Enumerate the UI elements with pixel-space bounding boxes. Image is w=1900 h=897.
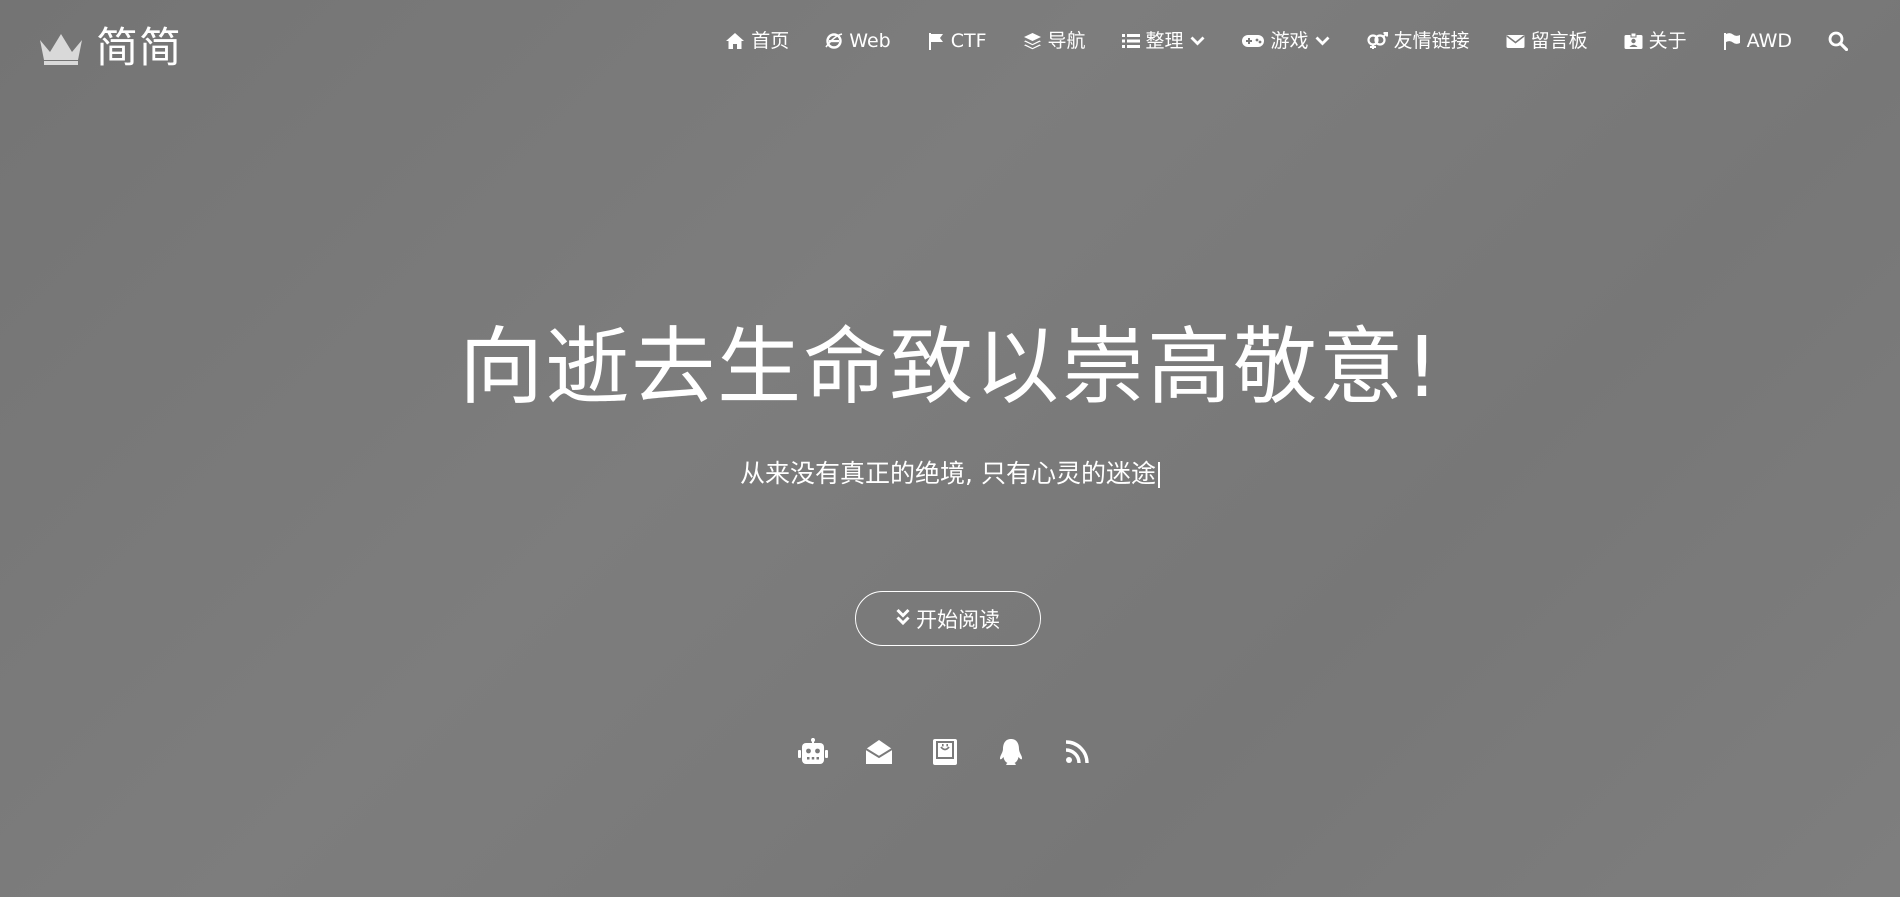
envelope-icon [1506, 34, 1525, 49]
nav-item-friend-links[interactable]: 友情链接 [1366, 26, 1470, 56]
flag-icon [927, 32, 945, 50]
nav-item-games[interactable]: 游戏 [1241, 26, 1330, 56]
nav-item-about[interactable]: 关于 [1624, 26, 1687, 56]
social-link-robot[interactable] [797, 738, 829, 770]
nav-item-label: 留言板 [1530, 30, 1588, 52]
nav-item-label: 关于 [1648, 30, 1687, 52]
crown-icon [38, 30, 84, 66]
social-link-email[interactable] [863, 738, 895, 770]
social-links [797, 738, 1093, 770]
hero-title: 向逝去生命致以崇高敬意! [459, 318, 1441, 416]
hero-subtitle: 从来没有真正的绝境, 只有心灵的迷途 [0, 454, 1900, 494]
nav-item-organize[interactable]: 整理 [1121, 26, 1205, 56]
nav-item-label: AWD [1746, 30, 1792, 52]
list-icon [1121, 33, 1140, 49]
start-reading-button[interactable]: 开始阅读 [855, 591, 1041, 646]
nav-item-home[interactable]: 首页 [725, 26, 789, 56]
nav-item-label: Web [849, 30, 891, 52]
chevron-down-icon [1190, 36, 1205, 46]
id-card-icon [1624, 32, 1643, 50]
social-link-rss[interactable] [1061, 738, 1093, 770]
nav-item-label: 游戏 [1270, 30, 1309, 52]
ie-icon [825, 32, 843, 50]
nav-item-awd[interactable]: AWD [1723, 26, 1792, 56]
top-navbar: 简简 首页 Web CTF 导航 整理 游戏 友情链接 留言板 关于 AWD [0, 0, 1900, 84]
nav-item-label: CTF [950, 30, 987, 52]
search-icon [1828, 31, 1848, 51]
nav-item-web[interactable]: Web [825, 26, 891, 56]
main-nav: 首页 Web CTF 导航 整理 游戏 友情链接 留言板 关于 AWD [725, 26, 1848, 56]
nav-item-label: 友情链接 [1393, 30, 1470, 52]
nav-item-label: 首页 [751, 30, 790, 52]
bookmark-icon [932, 738, 958, 770]
social-link-blog[interactable] [929, 738, 961, 770]
site-name: 简简 [96, 23, 183, 72]
nav-item-label: 导航 [1047, 30, 1086, 52]
flag-alt-icon [1723, 32, 1741, 50]
gamepad-icon [1241, 33, 1265, 49]
layers-icon [1023, 32, 1042, 50]
social-link-qq[interactable] [995, 738, 1027, 770]
gender-icon [1366, 32, 1388, 50]
hero-subtitle-text: 从来没有真正的绝境, 只有心灵的迷途 [740, 459, 1156, 488]
search-button[interactable] [1828, 31, 1848, 51]
robot-icon [797, 738, 829, 770]
rss-icon [1065, 740, 1089, 768]
envelope-open-icon [864, 738, 894, 770]
home-icon [725, 32, 745, 50]
nav-item-label: 整理 [1145, 30, 1184, 52]
double-chevron-down-icon [896, 607, 910, 631]
nav-item-guide[interactable]: 导航 [1023, 26, 1086, 56]
nav-item-ctf[interactable]: CTF [927, 26, 987, 56]
site-logo[interactable]: 简简 [38, 22, 182, 74]
qq-icon [998, 738, 1024, 770]
nav-item-guestbook[interactable]: 留言板 [1506, 26, 1588, 56]
start-reading-label: 开始阅读 [916, 607, 1000, 632]
chevron-down-icon [1315, 36, 1330, 46]
typing-caret [1157, 462, 1160, 488]
